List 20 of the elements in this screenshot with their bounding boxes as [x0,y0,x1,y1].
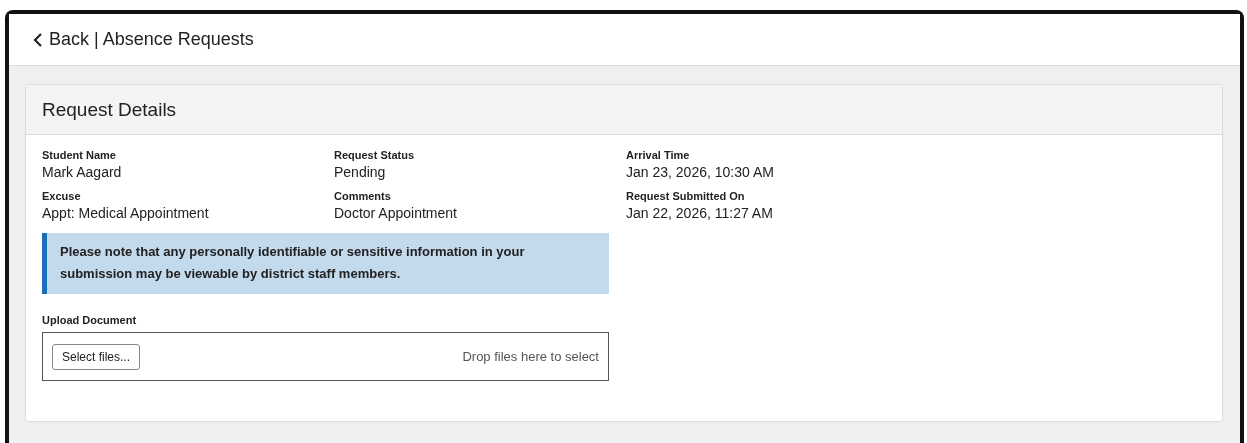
field-value: Jan 23, 2026, 10:30 AM [626,164,775,180]
drop-zone[interactable]: Select files... Drop files here to select [42,332,609,381]
drop-hint: Drop files here to select [462,349,599,364]
field-value: Jan 22, 2026, 11:27 AM [626,205,774,221]
field-label: Request Status [334,149,416,161]
upload-label: Upload Document [42,314,138,326]
field-value: Mark Aagard [42,164,123,180]
notice-message: Please note that any personally identifiable or sensitive information in your submission may be viewable by district staff members. [42,233,609,294]
field-label: Arrival Time [626,149,691,161]
field-value: Appt: Medical Appointment [42,205,210,221]
field-label: Request Submitted On [626,190,746,202]
select-files-button[interactable]: Select files... [52,343,141,370]
field-value: Doctor Appointment [334,205,458,221]
chevron-left-icon [33,32,43,47]
field-label: Excuse [42,190,82,202]
field-label: Student Name [42,149,117,161]
back-link[interactable]: Back | Absence Requests [33,29,254,50]
field-label: Comments [334,190,392,202]
field-value: Pending [334,164,387,180]
card-title: Request Details [42,98,177,121]
